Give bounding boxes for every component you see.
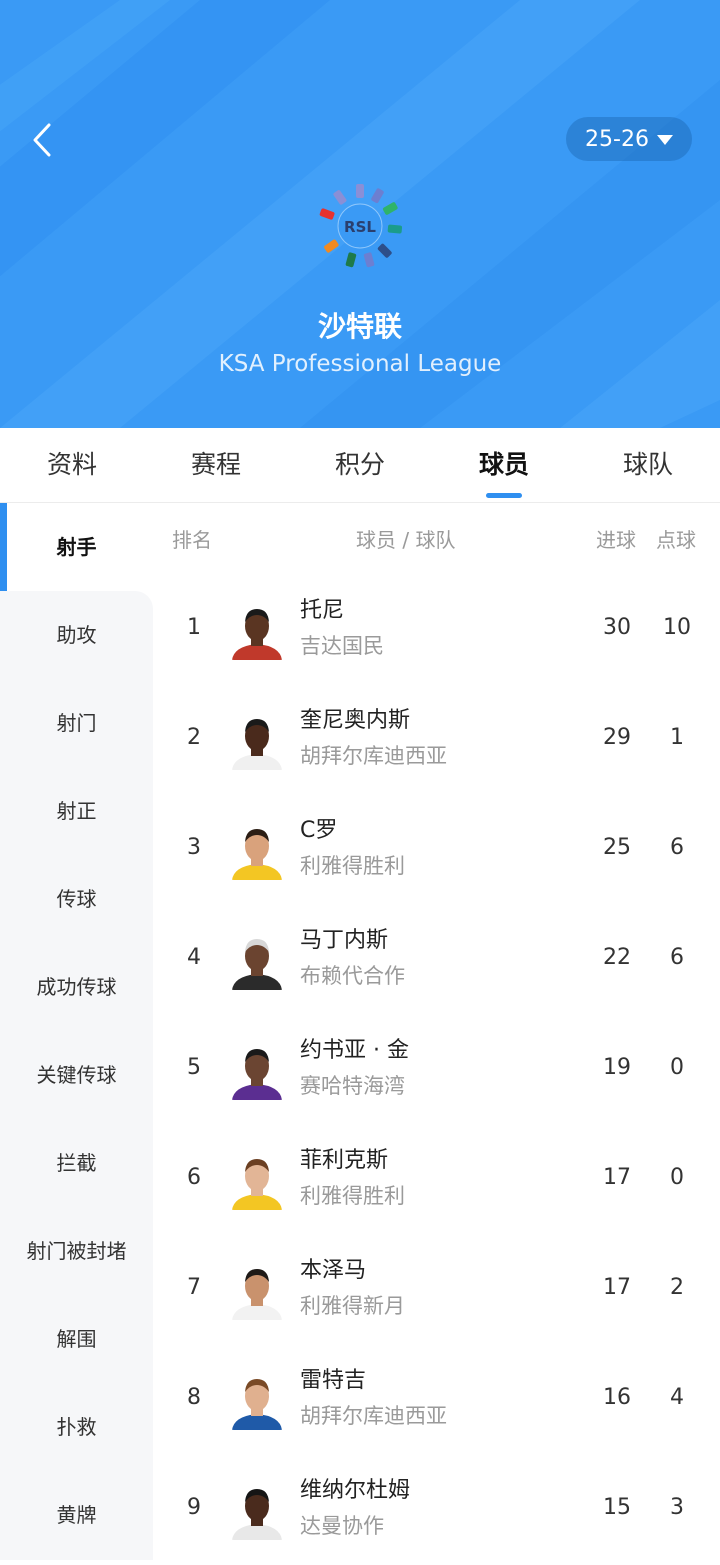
penalties-value: 3	[670, 1495, 684, 1520]
player-name: 雷特吉	[300, 1368, 367, 1393]
player-team: 利雅得新月	[300, 1294, 405, 1318]
table-row[interactable]: 5 约书亚 · 金赛哈特海湾 19 0	[153, 1015, 720, 1125]
column-header-rank: 排名	[172, 528, 212, 552]
season-selector[interactable]: 25-26	[566, 117, 692, 161]
penalties-value: 0	[670, 1165, 684, 1190]
table-row[interactable]: 3 C罗利雅得胜利 25 6	[153, 795, 720, 905]
rank-number: 7	[187, 1275, 201, 1300]
sidebar-item-blocked-shots[interactable]: 射门被封堵	[0, 1207, 153, 1295]
column-header-goals: 进球	[596, 528, 636, 552]
penalties-value: 6	[670, 945, 684, 970]
sidebar-item-shots[interactable]: 射门	[0, 679, 153, 767]
main-tabs: 资料 赛程 积分 球员 球队	[0, 428, 720, 503]
player-avatar	[228, 932, 286, 990]
table-row[interactable]: 2 奎尼奥内斯胡拜尔库迪西亚 29 1	[153, 685, 720, 795]
sidebar-item-yellow-cards[interactable]: 黄牌	[0, 1471, 153, 1559]
rank-number: 6	[187, 1165, 201, 1190]
sidebar-item-key-passes[interactable]: 关键传球	[0, 1031, 153, 1119]
penalties-value: 10	[663, 615, 691, 640]
table-row[interactable]: 9 维纳尔杜姆达曼协作 15 3	[153, 1455, 720, 1565]
player-team: 胡拜尔库迪西亚	[300, 1404, 447, 1428]
penalties-value: 4	[670, 1385, 684, 1410]
player-name: C罗	[300, 818, 338, 843]
goals-value: 16	[603, 1385, 631, 1410]
goals-value: 22	[603, 945, 631, 970]
goals-value: 15	[603, 1495, 631, 1520]
player-avatar	[228, 1262, 286, 1320]
player-name: 奎尼奥内斯	[300, 708, 411, 733]
tab-schedule[interactable]: 赛程	[144, 428, 288, 502]
rank-number: 4	[187, 945, 201, 970]
active-category-indicator	[0, 503, 7, 591]
logo-text: RSL	[344, 218, 376, 236]
player-team: 达曼协作	[300, 1514, 384, 1538]
caret-down-icon	[656, 135, 673, 145]
rank-number: 9	[187, 1495, 201, 1520]
sidebar-item-assists[interactable]: 助攻	[0, 591, 153, 679]
table-row[interactable]: 1 托尼吉达国民 30 10	[153, 575, 720, 685]
player-team: 利雅得胜利	[300, 1184, 405, 1208]
table-row[interactable]: 8 雷特吉胡拜尔库迪西亚 16 4	[153, 1345, 720, 1455]
rank-number: 8	[187, 1385, 201, 1410]
player-team: 赛哈特海湾	[300, 1074, 405, 1098]
stat-category-sidebar: 射手 助攻 射门 射正 传球 成功传球 关键传球 拦截 射门被封堵 解围 扑救 …	[0, 503, 153, 1560]
tab-info[interactable]: 资料	[0, 428, 144, 502]
rank-number: 5	[187, 1055, 201, 1080]
league-logo: RSL	[319, 184, 403, 268]
rank-number: 3	[187, 835, 201, 860]
back-button[interactable]	[22, 118, 62, 162]
table-row[interactable]: 4 马丁内斯布赖代合作 22 6	[153, 905, 720, 1015]
league-header: 25-26 RSL 沙特联 KSA Professional League	[0, 0, 720, 428]
sidebar-item-saves[interactable]: 扑救	[0, 1383, 153, 1471]
sidebar-item-shots-on-target[interactable]: 射正	[0, 767, 153, 855]
chevron-left-icon	[33, 123, 51, 157]
rank-number: 1	[187, 615, 201, 640]
player-avatar	[228, 602, 286, 660]
player-avatar	[228, 1152, 286, 1210]
player-name: 马丁内斯	[300, 928, 389, 953]
player-avatar	[228, 1482, 286, 1540]
goals-value: 17	[603, 1275, 631, 1300]
goals-value: 29	[603, 725, 631, 750]
player-team: 胡拜尔库迪西亚	[300, 744, 447, 768]
sidebar-item-passes[interactable]: 传球	[0, 855, 153, 943]
goals-value: 25	[603, 835, 631, 860]
player-name: 菲利克斯	[300, 1148, 389, 1173]
goals-value: 30	[603, 615, 631, 640]
league-subtitle: KSA Professional League	[218, 351, 502, 377]
penalties-value: 6	[670, 835, 684, 860]
sidebar-item-clearances[interactable]: 解围	[0, 1295, 153, 1383]
active-tab-indicator	[486, 493, 522, 498]
player-avatar	[228, 1042, 286, 1100]
player-name: 本泽马	[300, 1258, 367, 1283]
player-name: 维纳尔杜姆	[300, 1478, 411, 1503]
sidebar-item-interceptions[interactable]: 拦截	[0, 1119, 153, 1207]
player-name: 托尼	[300, 598, 345, 623]
season-label: 25-26	[585, 126, 649, 152]
penalties-value: 2	[670, 1275, 684, 1300]
player-team: 利雅得胜利	[300, 854, 405, 878]
table-row[interactable]: 7 本泽马利雅得新月 17 2	[153, 1235, 720, 1345]
penalties-value: 0	[670, 1055, 684, 1080]
league-title: 沙特联	[317, 310, 402, 343]
tab-players[interactable]: 球员	[432, 428, 576, 502]
sidebar-item-scorers[interactable]: 射手	[0, 503, 153, 591]
player-team: 吉达国民	[300, 634, 384, 658]
player-team: 布赖代合作	[300, 964, 405, 988]
goals-value: 17	[603, 1165, 631, 1190]
player-avatar	[228, 1372, 286, 1430]
sidebar-item-successful-passes[interactable]: 成功传球	[0, 943, 153, 1031]
column-header-penalties: 点球	[656, 528, 696, 552]
tab-teams[interactable]: 球队	[576, 428, 720, 502]
penalties-value: 1	[670, 725, 684, 750]
player-avatar	[228, 822, 286, 880]
player-avatar	[228, 712, 286, 770]
player-name: 约书亚 · 金	[300, 1038, 409, 1063]
goals-value: 19	[603, 1055, 631, 1080]
table-row[interactable]: 6 菲利克斯利雅得胜利 17 0	[153, 1125, 720, 1235]
rank-number: 2	[187, 725, 201, 750]
column-header-player: 球员 / 球队	[356, 528, 456, 552]
tab-standings[interactable]: 积分	[288, 428, 432, 502]
